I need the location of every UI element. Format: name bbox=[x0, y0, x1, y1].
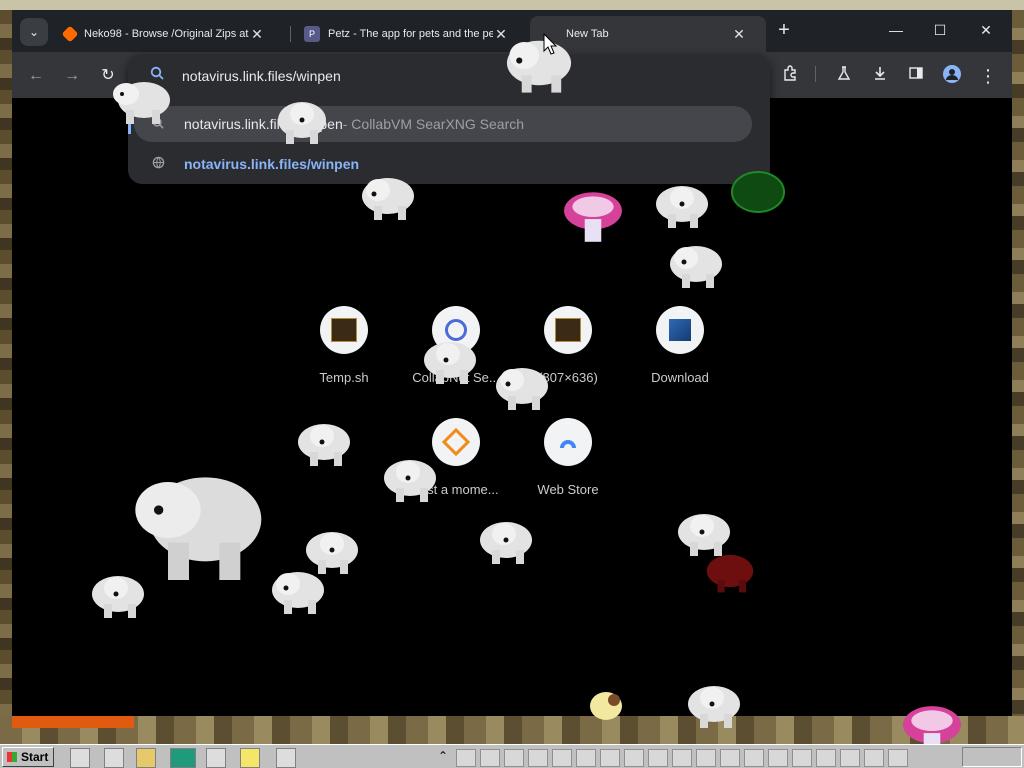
side-panel-icon[interactable] bbox=[904, 64, 928, 88]
sheep-pet[interactable] bbox=[586, 688, 626, 727]
red-bear-pet[interactable] bbox=[700, 546, 760, 599]
web-store-icon bbox=[544, 418, 592, 466]
taskbar-button[interactable] bbox=[816, 749, 836, 767]
taskbar-button[interactable] bbox=[672, 749, 692, 767]
mushroom-pet[interactable] bbox=[562, 188, 624, 249]
avatar-icon[interactable] bbox=[940, 64, 964, 88]
taskbar-button[interactable] bbox=[456, 749, 476, 767]
taskbar-button[interactable] bbox=[528, 749, 548, 767]
folder-icon[interactable] bbox=[136, 748, 156, 768]
tab-petz[interactable]: P Petz - The app for pets and the pe ✕ bbox=[292, 16, 528, 52]
search-tabs-button[interactable]: ⌄ bbox=[20, 18, 48, 46]
tab-title: Neko98 - Browse /Original Zips at bbox=[84, 28, 249, 40]
close-tab-icon[interactable]: ✕ bbox=[731, 26, 747, 43]
polar-bear-pet[interactable] bbox=[476, 512, 536, 571]
polar-bear-pet[interactable] bbox=[652, 176, 712, 235]
shortcut-label: Download bbox=[651, 370, 709, 385]
system-tray[interactable] bbox=[962, 747, 1022, 767]
omnibox[interactable] bbox=[128, 54, 770, 98]
windows-logo-icon bbox=[7, 752, 17, 762]
suggestion-suffix: - CollabVM SearXNG Search bbox=[342, 116, 525, 132]
polar-bear-pet[interactable] bbox=[502, 28, 576, 101]
taskbar-button[interactable] bbox=[648, 749, 668, 767]
desktop-wallpaper-left bbox=[0, 10, 12, 745]
mouse-cursor-icon bbox=[543, 32, 558, 58]
desktop-top-edge bbox=[0, 0, 1024, 10]
start-button[interactable]: Start bbox=[2, 747, 54, 767]
taskbar-button[interactable] bbox=[576, 749, 596, 767]
polar-bear-pet[interactable] bbox=[420, 332, 480, 391]
polar-bear-pet[interactable] bbox=[112, 72, 172, 131]
taskbar-button[interactable] bbox=[888, 749, 908, 767]
taskbar-button[interactable] bbox=[504, 749, 524, 767]
polar-bear-pet[interactable] bbox=[358, 168, 418, 227]
terminal-thumb-icon bbox=[320, 306, 368, 354]
taskbar: Start ⌃ bbox=[0, 744, 1024, 768]
shortcut-temp-sh[interactable]: Temp.sh bbox=[296, 306, 392, 396]
maximize-button[interactable]: ☐ bbox=[918, 18, 962, 42]
suggestion-url: notavirus.link.files/winpen bbox=[184, 156, 360, 172]
browser-window: ⌄ Neko98 - Browse /Original Zips at ✕ P … bbox=[12, 10, 1012, 728]
shortcut-label: Temp.sh bbox=[319, 370, 369, 385]
quicklaunch-icon[interactable] bbox=[70, 748, 90, 768]
polar-bear-pet[interactable] bbox=[272, 92, 332, 151]
quicklaunch-icon[interactable] bbox=[276, 748, 296, 768]
taskbar-button[interactable] bbox=[552, 749, 572, 767]
puzzle-icon[interactable] bbox=[778, 64, 802, 88]
globe-icon bbox=[138, 156, 178, 172]
blue-app-icon bbox=[656, 306, 704, 354]
shortcut-web-store[interactable]: Web Store bbox=[520, 418, 616, 508]
new-tab-button[interactable]: + bbox=[772, 18, 796, 42]
close-window-button[interactable]: ✕ bbox=[964, 18, 1008, 42]
chevron-up-icon[interactable]: ⌃ bbox=[438, 749, 448, 763]
taskbar-button[interactable] bbox=[840, 749, 860, 767]
taskbar-button[interactable] bbox=[600, 749, 620, 767]
polar-bear-pet[interactable] bbox=[88, 566, 148, 625]
tab-title: Petz - The app for pets and the pe bbox=[328, 28, 493, 40]
terminal-thumb-icon bbox=[544, 306, 592, 354]
back-button[interactable]: ← bbox=[24, 64, 48, 88]
download-icon[interactable] bbox=[868, 64, 892, 88]
taskbar-button[interactable] bbox=[744, 749, 764, 767]
desktop-wallpaper-right bbox=[1012, 10, 1024, 745]
tab-title: New Tab bbox=[566, 28, 609, 40]
taskbar-button[interactable] bbox=[624, 749, 644, 767]
close-tab-icon[interactable]: ✕ bbox=[249, 26, 265, 43]
polar-bear-pet[interactable] bbox=[268, 562, 328, 621]
notepad-icon[interactable] bbox=[240, 748, 260, 768]
taskbar-button[interactable] bbox=[768, 749, 788, 767]
polar-bear-pet[interactable] bbox=[492, 358, 552, 417]
sourceforge-diamond-icon bbox=[61, 25, 79, 43]
start-label: Start bbox=[21, 750, 49, 764]
flask-icon[interactable] bbox=[832, 64, 856, 88]
polar-bear-pet[interactable] bbox=[666, 236, 726, 295]
green-bear-pet[interactable] bbox=[728, 166, 788, 225]
forward-button[interactable]: → bbox=[60, 64, 84, 88]
omnibox-dropdown: notavirus.link.files/winpen - CollabVM S… bbox=[128, 54, 770, 184]
taskbar-button[interactable] bbox=[792, 749, 812, 767]
polar-bear-pet[interactable] bbox=[684, 676, 744, 735]
taskbar-button[interactable] bbox=[696, 749, 716, 767]
shortcut-label: Web Store bbox=[537, 482, 599, 497]
petz-icon: P bbox=[304, 26, 320, 42]
minimize-button[interactable]: — bbox=[874, 18, 918, 42]
tab-neko98[interactable]: Neko98 - Browse /Original Zips at ✕ bbox=[52, 16, 288, 52]
omnibox-suggestion-search[interactable]: notavirus.link.files/winpen - CollabVM S… bbox=[134, 106, 752, 142]
chevron-down-icon: ⌄ bbox=[28, 25, 40, 39]
desktop-wallpaper-bottom bbox=[0, 716, 1024, 744]
taskbar-button[interactable] bbox=[720, 749, 740, 767]
quicklaunch-icon[interactable] bbox=[104, 748, 124, 768]
quicklaunch-icon[interactable] bbox=[170, 748, 196, 768]
quicklaunch-icon[interactable] bbox=[206, 748, 226, 768]
tab-separator bbox=[290, 26, 291, 42]
taskbar-button[interactable] bbox=[480, 749, 500, 767]
toolbar-separator bbox=[815, 66, 816, 82]
polar-bear-pet[interactable] bbox=[294, 414, 354, 473]
taskbar-button[interactable] bbox=[864, 749, 884, 767]
kebab-icon[interactable]: ⋮ bbox=[976, 64, 1000, 88]
address-input[interactable] bbox=[182, 66, 742, 86]
shortcut-download[interactable]: Download bbox=[632, 306, 728, 396]
polar-bear-pet[interactable] bbox=[380, 450, 440, 509]
